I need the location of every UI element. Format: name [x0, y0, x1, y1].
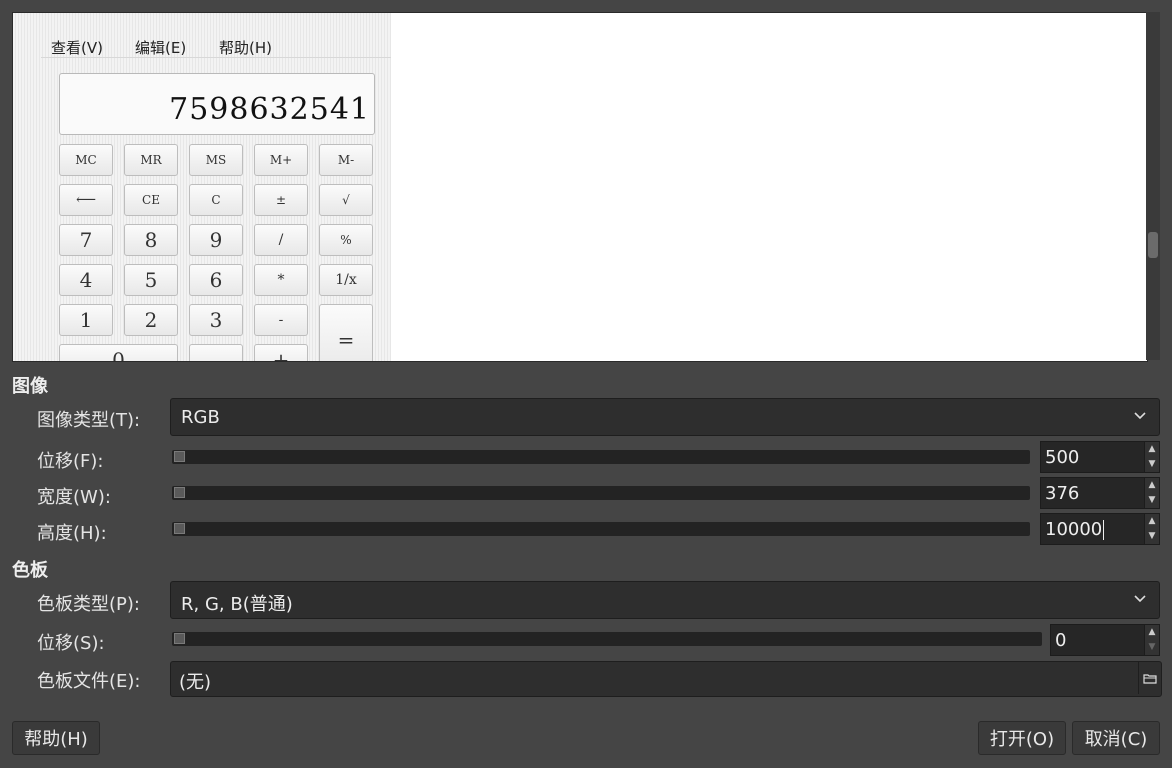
slider-handle[interactable]	[174, 633, 185, 644]
calc-display: 7598632541	[59, 73, 375, 135]
calc-key: MC	[59, 144, 113, 176]
calc-key: M-	[319, 144, 373, 176]
calc-key: 3	[189, 304, 243, 336]
calc-key: ⟵	[59, 184, 113, 216]
calc-key: MS	[189, 144, 243, 176]
spin-down-icon[interactable]: ▼	[1145, 457, 1159, 472]
chevron-down-icon	[1133, 407, 1147, 426]
spin-up-icon[interactable]: ▲	[1145, 478, 1159, 493]
text-caret	[1103, 520, 1105, 540]
calc-menu-item: 编辑(E)	[135, 39, 187, 57]
calc-key: CE	[124, 184, 178, 216]
calc-key: =	[319, 304, 373, 361]
image-preview: 查看(V) 编辑(E) 帮助(H) 7598632541 MC MR MS M+…	[12, 12, 1148, 362]
image-offset-slider[interactable]	[172, 450, 1030, 464]
calc-key: 1/x	[319, 264, 373, 296]
spin-down-icon[interactable]: ▼	[1145, 529, 1159, 544]
calc-display-value: 7598632541	[169, 92, 370, 127]
image-width-value: 376	[1045, 483, 1080, 504]
calc-key: /	[254, 224, 308, 256]
open-button[interactable]: 打开(O)	[978, 721, 1066, 755]
preview-image: 查看(V) 编辑(E) 帮助(H) 7598632541 MC MR MS M+…	[13, 13, 391, 361]
image-offset-spinbox[interactable]: 500 ▲ ▼	[1040, 441, 1160, 473]
calc-key: MR	[124, 144, 178, 176]
calc-key: *	[254, 264, 308, 296]
spin-up-icon[interactable]: ▲	[1145, 625, 1159, 640]
file-browse-icon[interactable]	[1138, 662, 1161, 694]
help-button[interactable]: 帮助(H)	[12, 721, 100, 755]
image-section-title: 图像	[12, 376, 48, 397]
preview-scrollbar[interactable]	[1146, 12, 1160, 360]
image-type-select[interactable]: RGB	[170, 398, 1160, 436]
calc-key: √	[319, 184, 373, 216]
palette-section-title: 色板	[12, 560, 48, 581]
calc-key: 2	[124, 304, 178, 336]
spin-down-icon[interactable]: ▼	[1145, 493, 1159, 508]
image-height-spinbox[interactable]: 10000 ▲ ▼	[1040, 513, 1160, 545]
image-height-slider[interactable]	[172, 522, 1030, 536]
calc-key: -	[254, 304, 308, 336]
image-height-label: 高度(H):	[37, 523, 107, 544]
calc-key: 5	[124, 264, 178, 296]
palette-type-value: R, G, B(普通)	[181, 594, 293, 615]
calc-key: 6	[189, 264, 243, 296]
spin-up-icon[interactable]: ▲	[1145, 514, 1159, 529]
slider-handle[interactable]	[174, 523, 185, 534]
calc-key: 9	[189, 224, 243, 256]
palette-file-label: 色板文件(E):	[37, 671, 141, 692]
calc-menubar: 查看(V) 编辑(E) 帮助(H)	[41, 37, 391, 58]
calc-key: 0	[59, 344, 178, 361]
calc-key	[189, 344, 243, 361]
palette-type-label: 色板类型(P):	[37, 594, 140, 615]
spin-up-icon[interactable]: ▲	[1145, 442, 1159, 457]
calc-key: 1	[59, 304, 113, 336]
calc-key: ±	[254, 184, 308, 216]
calc-key: 7	[59, 224, 113, 256]
image-type-label: 图像类型(T):	[37, 410, 141, 431]
image-offset-label: 位移(F):	[37, 451, 104, 472]
image-height-value: 10000	[1045, 519, 1103, 540]
calc-key: C	[189, 184, 243, 216]
calc-key: 8	[124, 224, 178, 256]
cancel-button[interactable]: 取消(C)	[1072, 721, 1160, 755]
calc-key: +	[254, 344, 308, 361]
scrollbar-thumb[interactable]	[1148, 232, 1158, 258]
palette-file-value: (无)	[179, 672, 212, 693]
image-offset-value: 500	[1045, 447, 1080, 468]
palette-offset-label: 位移(S):	[37, 633, 105, 654]
calc-key: 4	[59, 264, 113, 296]
slider-handle[interactable]	[174, 487, 185, 498]
palette-offset-slider[interactable]	[172, 632, 1042, 646]
calc-key: M+	[254, 144, 308, 176]
slider-handle[interactable]	[174, 451, 185, 462]
calc-menu-item: 查看(V)	[51, 39, 103, 57]
palette-file-chooser[interactable]: (无)	[170, 661, 1162, 697]
spin-down-icon[interactable]: ▼	[1145, 640, 1159, 655]
image-height-input[interactable]: 10000	[1045, 519, 1105, 540]
calc-menu-item: 帮助(H)	[219, 39, 272, 57]
image-width-label: 宽度(W):	[37, 487, 111, 508]
palette-type-select[interactable]: R, G, B(普通)	[170, 581, 1160, 619]
image-width-slider[interactable]	[172, 486, 1030, 500]
image-type-value: RGB	[181, 407, 220, 428]
palette-offset-spinbox[interactable]: 0 ▲ ▼	[1050, 624, 1160, 656]
chevron-down-icon	[1133, 590, 1147, 609]
image-width-spinbox[interactable]: 376 ▲ ▼	[1040, 477, 1160, 509]
palette-offset-value: 0	[1055, 630, 1067, 651]
calc-key: %	[319, 224, 373, 256]
